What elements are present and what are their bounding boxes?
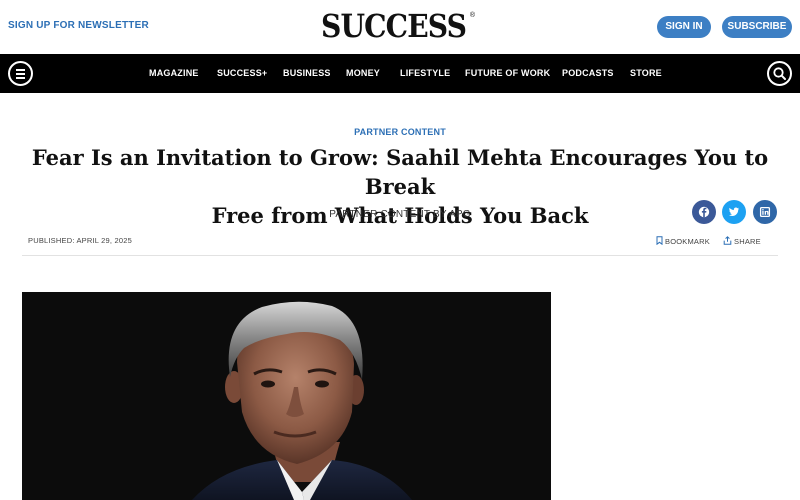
bookmark-icon: [656, 236, 663, 246]
featured-image: [22, 292, 551, 500]
hamburger-menu-icon[interactable]: [8, 61, 33, 86]
sign-in-button[interactable]: SIGN IN: [657, 16, 711, 38]
linkedin-icon[interactable]: [753, 200, 777, 224]
nav-item-money[interactable]: MONEY: [346, 68, 380, 78]
top-header: SIGN UP FOR NEWSLETTER SUCCESS ® SIGN IN…: [0, 0, 800, 54]
share-button[interactable]: SHARE: [723, 236, 761, 246]
twitter-icon[interactable]: [722, 200, 746, 224]
subscribe-button[interactable]: SUBSCRIBE: [722, 16, 792, 38]
registered-mark: ®: [469, 12, 475, 19]
nav-item-podcasts[interactable]: PODCASTS: [562, 68, 614, 78]
facebook-icon[interactable]: [692, 200, 716, 224]
search-icon[interactable]: [767, 61, 792, 86]
bookmark-button[interactable]: BOOKMARK: [656, 236, 710, 246]
main-nav: MAGAZINE SUCCESS+ BUSINESS MONEY LIFESTY…: [0, 54, 800, 93]
share-icon: [723, 236, 732, 245]
header-divider: [22, 255, 778, 256]
nav-item-lifestyle[interactable]: LIFESTYLE: [400, 68, 450, 78]
article-category[interactable]: PARTNER CONTENT: [0, 127, 800, 137]
article-byline: PARTNER CONTENT BY APG: [329, 209, 471, 220]
success-logo[interactable]: SUCCESS ®: [321, 6, 479, 46]
share-label: SHARE: [734, 237, 761, 246]
nav-item-business[interactable]: BUSINESS: [283, 68, 331, 78]
nav-item-store[interactable]: STORE: [630, 68, 662, 78]
bookmark-label: BOOKMARK: [665, 237, 710, 246]
logo-text: SUCCESS: [321, 7, 467, 45]
newsletter-signup-link[interactable]: SIGN UP FOR NEWSLETTER: [8, 20, 149, 31]
nav-item-success-plus[interactable]: SUCCESS+: [217, 68, 267, 78]
published-date: PUBLISHED: APRIL 29, 2025: [28, 236, 132, 245]
nav-item-magazine[interactable]: MAGAZINE: [149, 68, 199, 78]
article-title-line-1: Fear Is an Invitation to Grow: Saahil Me…: [31, 145, 769, 199]
portrait-photo: [22, 292, 551, 500]
nav-item-future-of-work[interactable]: FUTURE OF WORK: [465, 68, 550, 78]
